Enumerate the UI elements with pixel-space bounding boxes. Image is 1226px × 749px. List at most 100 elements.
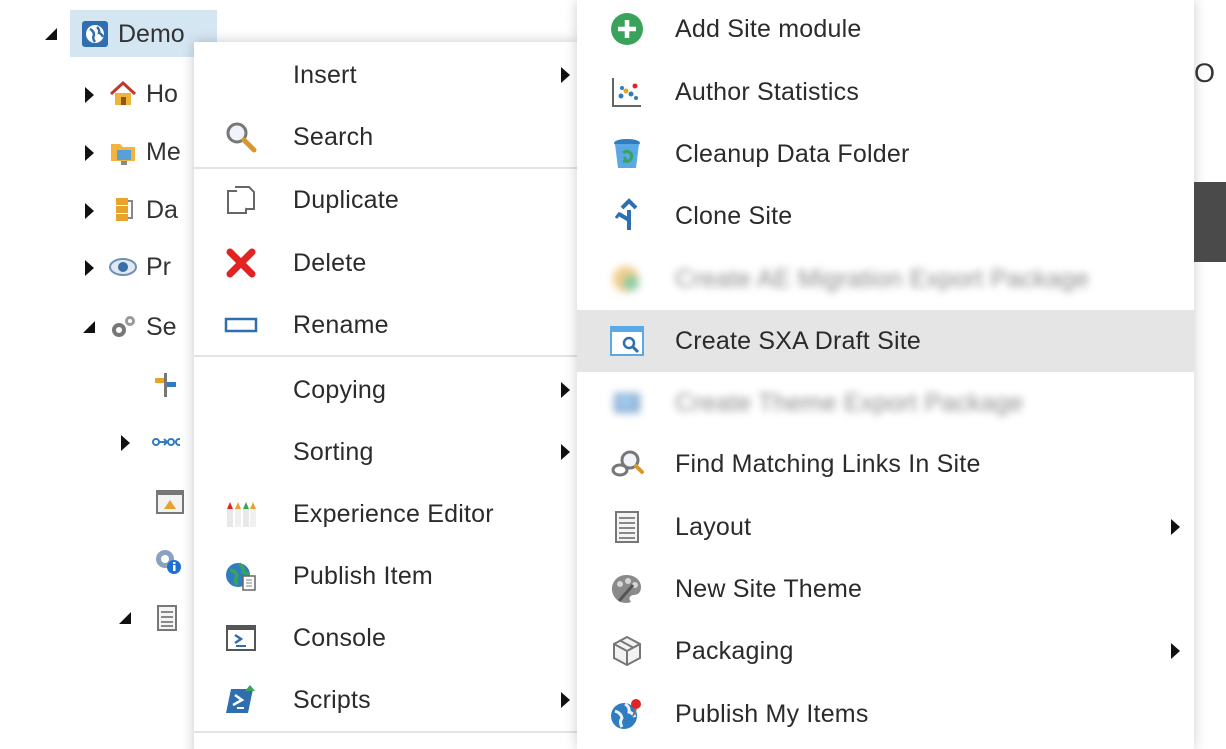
crayons-icon: [224, 497, 258, 531]
menu-item-copying[interactable]: Copying: [194, 359, 578, 421]
globe-icon: [80, 19, 110, 49]
tree-node-child[interactable]: [150, 365, 180, 405]
menu-label-create-theme-export-package: Create Theme Export Package: [675, 388, 1024, 417]
tree-node-home[interactable]: Ho: [80, 74, 178, 114]
menu-label-layout: Layout: [675, 512, 752, 541]
menu-label-duplicate: Duplicate: [293, 185, 400, 214]
menu-separator: [194, 731, 578, 733]
menu-item-insert[interactable]: Insert: [194, 44, 578, 106]
menu-item-cleanup-data-folder[interactable]: Cleanup Data Folder: [577, 123, 1194, 185]
add-plus-circle-icon: [609, 11, 645, 47]
menu-item-console[interactable]: Console: [194, 607, 578, 669]
menu-item-search[interactable]: Search: [194, 106, 578, 168]
tree-node-media[interactable]: Me: [80, 132, 181, 172]
menu-item-author-statistics[interactable]: Author Statistics: [577, 61, 1194, 123]
menu-label-find-matching-links-in-site: Find Matching Links In Site: [675, 449, 981, 478]
publish-globe-icon: [224, 559, 258, 593]
menu-item-publish-item[interactable]: Publish Item: [194, 545, 578, 607]
delete-x-icon: [224, 246, 258, 280]
publish-globe-pin-icon: [609, 696, 645, 732]
image-window-icon: [155, 487, 185, 517]
menu-label-publish-item: Publish Item: [293, 561, 433, 590]
recycle-bin-icon: [609, 136, 645, 172]
submenu-arrow-icon: [1171, 643, 1180, 659]
menu-label-new-site-theme: New Site Theme: [675, 574, 863, 603]
menu-item-packaging[interactable]: Packaging: [577, 620, 1194, 682]
package-icon: [609, 261, 645, 297]
menu-separator: [194, 355, 578, 357]
list-document-icon: [152, 603, 182, 633]
menu-item-scripts[interactable]: Scripts: [194, 669, 578, 731]
settings-gears-icon: [108, 312, 138, 342]
rename-field-icon: [224, 308, 258, 342]
submenu-arrow-icon: [561, 382, 570, 398]
tree-label-demo: Demo: [118, 19, 185, 48]
scatter-chart-icon: [609, 74, 645, 110]
menu-item-rename[interactable]: Rename: [194, 294, 578, 356]
expand-arrow-icon[interactable]: [80, 258, 98, 276]
scripts-submenu: Add Site module Author Statistics Cleanu…: [577, 0, 1194, 749]
menu-label-sorting: Sorting: [293, 437, 374, 466]
tree-node-data[interactable]: Da: [80, 190, 178, 230]
submenu-arrow-icon: [561, 444, 570, 460]
paint-palette-icon: [609, 571, 645, 607]
home-icon: [108, 79, 138, 109]
menu-item-publish-my-items[interactable]: Publish My Items: [577, 683, 1194, 745]
menu-label-scripts: Scripts: [293, 685, 371, 714]
page-heading-fragment: O: [1194, 58, 1216, 88]
menu-item-create-theme-export-package[interactable]: Create Theme Export Package: [577, 372, 1194, 434]
collapse-arrow-icon[interactable]: [42, 25, 60, 43]
link-chain-icon: [150, 427, 180, 457]
console-icon: [224, 621, 258, 655]
signpost-icon: [150, 370, 180, 400]
right-panel-bar[interactable]: [1194, 182, 1226, 262]
menu-item-clone-site[interactable]: Clone Site: [577, 185, 1194, 247]
tree-node-child[interactable]: [155, 482, 185, 522]
tree-label-home: Ho: [146, 79, 178, 108]
expand-arrow-icon[interactable]: [80, 85, 98, 103]
menu-item-create-sxa-draft-site[interactable]: Create SXA Draft Site: [577, 310, 1194, 372]
menu-label-publish-my-items: Publish My Items: [675, 699, 869, 728]
tree-node-settings[interactable]: Se: [80, 307, 177, 347]
layout-list-icon: [609, 509, 645, 545]
link-search-icon: [609, 446, 645, 482]
menu-item-delete[interactable]: Delete: [194, 232, 578, 294]
tree-node-child[interactable]: [153, 541, 183, 581]
powershell-script-icon: [224, 683, 258, 717]
menu-label-delete: Delete: [293, 248, 367, 277]
menu-label-rename: Rename: [293, 310, 389, 339]
menu-item-sorting[interactable]: Sorting: [194, 421, 578, 483]
menu-label-search: Search: [293, 122, 374, 151]
menu-item-experience-editor[interactable]: Experience Editor: [194, 483, 578, 545]
tree-node-demo[interactable]: Demo: [42, 14, 185, 54]
data-icon: [108, 195, 138, 225]
theme-package-icon: [609, 385, 645, 421]
media-folder-icon: [108, 137, 138, 167]
menu-label-author-statistics: Author Statistics: [675, 77, 860, 106]
submenu-arrow-icon: [1171, 519, 1180, 535]
duplicate-icon: [224, 183, 258, 217]
tree-node-presentation[interactable]: Pr: [80, 247, 171, 287]
tree-label-settings: Se: [146, 312, 177, 341]
tree-node-child[interactable]: [116, 598, 182, 638]
tree-label-presentation: Pr: [146, 252, 171, 281]
menu-item-layout[interactable]: Layout: [577, 496, 1194, 558]
menu-item-new-site-theme[interactable]: New Site Theme: [577, 558, 1194, 620]
fork-arrow-icon: [609, 198, 645, 234]
menu-item-create-ae-migration-export-package[interactable]: Create AE Migration Export Package: [577, 248, 1194, 310]
expand-arrow-icon[interactable]: [116, 433, 134, 451]
tree-label-data: Da: [146, 195, 178, 224]
menu-item-add-site-module[interactable]: Add Site module: [577, 0, 1194, 60]
menu-label-experience-editor: Experience Editor: [293, 499, 494, 528]
tree-node-child[interactable]: [116, 422, 180, 462]
menu-label-add-site-module: Add Site module: [675, 14, 862, 43]
context-menu: Insert Search Duplicate Delete Rename Co…: [194, 42, 578, 749]
menu-item-find-matching-links-in-site[interactable]: Find Matching Links In Site: [577, 433, 1194, 495]
collapse-arrow-icon[interactable]: [116, 609, 134, 627]
expand-arrow-icon[interactable]: [80, 201, 98, 219]
menu-label-clone-site: Clone Site: [675, 201, 793, 230]
menu-item-duplicate[interactable]: Duplicate: [194, 169, 578, 231]
expand-arrow-icon[interactable]: [80, 143, 98, 161]
collapse-arrow-icon[interactable]: [80, 318, 98, 336]
menu-label-create-sxa-draft-site: Create SXA Draft Site: [675, 326, 921, 355]
